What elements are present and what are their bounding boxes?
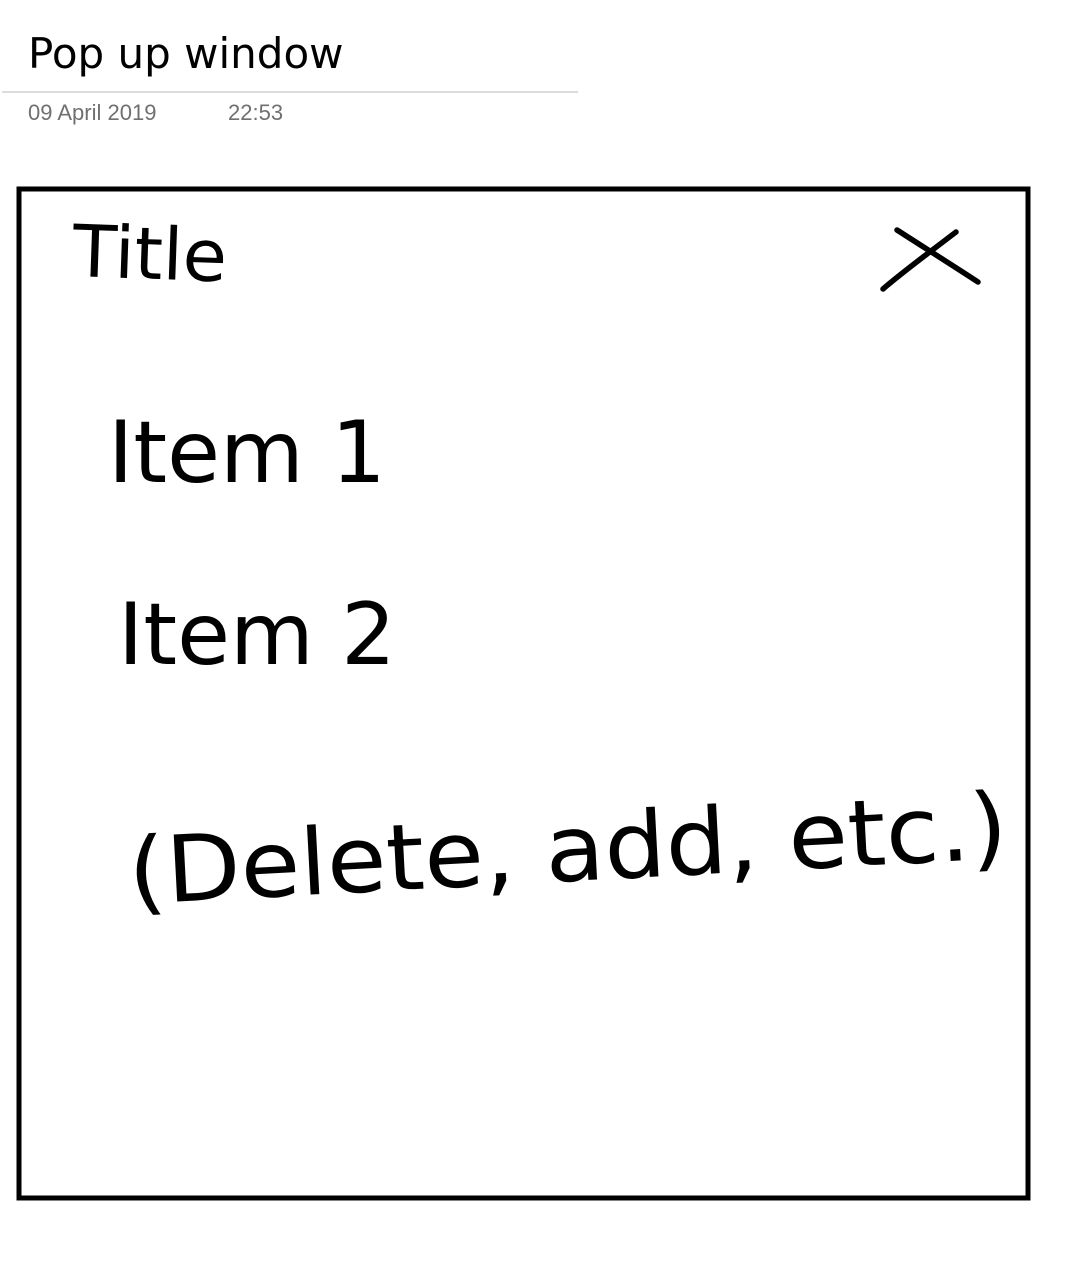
popup-item-1[interactable]: Item 1 — [108, 403, 386, 503]
popup-sketch: Title Item 1 Item 2 (Delete, add, etc.) — [16, 186, 1031, 1201]
close-icon[interactable] — [880, 227, 981, 292]
popup-window-frame — [16, 186, 1031, 1201]
popup-actions-note: (Delete, add, etc.) — [126, 773, 1010, 926]
popup-title: Title — [70, 209, 228, 298]
popup-item-2[interactable]: Item 2 — [118, 585, 396, 685]
